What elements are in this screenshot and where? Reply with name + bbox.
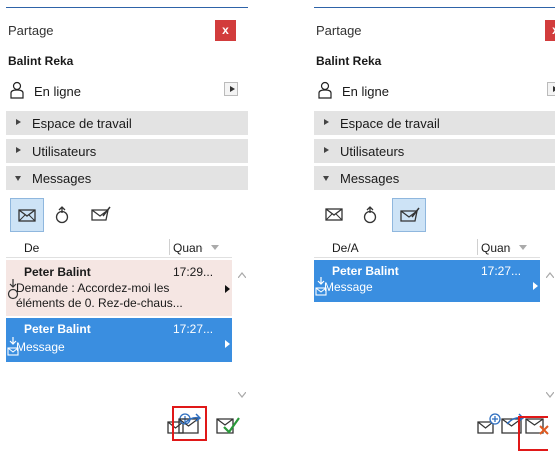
reply-icon[interactable] bbox=[177, 412, 203, 436]
section-workspace[interactable]: Espace de travail bbox=[314, 111, 555, 135]
panel-titlebar: Partage x bbox=[6, 14, 248, 44]
message-body: Demande : Accordez-moi les éléments de 0… bbox=[16, 281, 183, 310]
section-users[interactable]: Utilisateurs bbox=[314, 139, 555, 163]
panel-title: Partage bbox=[8, 23, 54, 38]
hand-request-icon bbox=[55, 206, 69, 224]
sharing-panel-right: Partage x Balint Reka En ligne Espace de… bbox=[314, 0, 555, 451]
scroll-up-icon[interactable] bbox=[238, 272, 246, 278]
section-users[interactable]: Utilisateurs bbox=[6, 139, 248, 163]
column-separator bbox=[477, 239, 478, 255]
collapse-icon bbox=[323, 176, 329, 181]
panel-title: Partage bbox=[316, 23, 362, 38]
delete-message-icon[interactable] bbox=[524, 412, 550, 436]
collapse-icon bbox=[15, 176, 21, 181]
message-body: Message bbox=[324, 280, 373, 294]
panel-top-rule bbox=[6, 7, 248, 8]
sent-button[interactable] bbox=[84, 198, 118, 232]
list-item-selected[interactable]: Peter Balint 17:27... Message bbox=[6, 318, 232, 362]
expand-arrow-icon[interactable] bbox=[225, 340, 230, 348]
panel-top-rule bbox=[314, 7, 555, 8]
message-sender: Peter Balint bbox=[332, 264, 399, 278]
section-label: Messages bbox=[340, 171, 400, 186]
inbox-button[interactable] bbox=[10, 198, 44, 232]
message-sender: Peter Balint bbox=[24, 265, 91, 279]
list-item[interactable]: Peter Balint 17:29... Demande : Accordez… bbox=[6, 260, 232, 316]
person-icon bbox=[318, 81, 332, 99]
panel-titlebar: Partage x bbox=[314, 14, 555, 44]
column-when[interactable]: Quand bbox=[481, 241, 511, 255]
sharing-panel-left: Partage x Balint Reka En ligne Espace de… bbox=[6, 0, 248, 451]
list-item-selected[interactable]: Peter Balint 17:27... Message bbox=[314, 260, 540, 302]
list-header: De/A Quand bbox=[314, 236, 540, 258]
new-message-icon[interactable] bbox=[476, 412, 502, 436]
scroll-down-icon[interactable] bbox=[546, 392, 554, 398]
status-menu-button[interactable] bbox=[224, 82, 238, 96]
expand-arrow-icon[interactable] bbox=[533, 282, 538, 290]
message-list: De/A Quand Peter Balint 17:27... Message bbox=[314, 236, 540, 404]
user-name: Balint Reka bbox=[316, 54, 382, 68]
section-label: Utilisateurs bbox=[340, 144, 405, 159]
close-button[interactable]: x bbox=[545, 20, 555, 41]
section-messages[interactable]: Messages bbox=[6, 166, 248, 190]
requests-button[interactable] bbox=[46, 198, 80, 232]
close-button[interactable]: x bbox=[215, 20, 236, 41]
section-label: Espace de travail bbox=[32, 116, 132, 131]
requests-button[interactable] bbox=[354, 198, 388, 232]
sent-icon bbox=[91, 206, 111, 221]
message-sender: Peter Balint bbox=[24, 322, 91, 336]
expand-icon bbox=[16, 119, 21, 125]
section-label: Messages bbox=[32, 171, 92, 186]
status-label: En ligne bbox=[34, 84, 81, 99]
expand-icon bbox=[324, 147, 329, 153]
message-time: 17:29... bbox=[173, 265, 214, 279]
column-from-to[interactable]: De/A bbox=[332, 241, 359, 255]
message-time: 17:27... bbox=[481, 264, 522, 278]
section-label: Espace de travail bbox=[340, 116, 440, 131]
section-workspace[interactable]: Espace de travail bbox=[6, 111, 248, 135]
scroll-up-icon[interactable] bbox=[546, 272, 554, 278]
person-icon bbox=[10, 81, 24, 99]
status-row[interactable]: En ligne bbox=[6, 78, 248, 102]
status-row[interactable]: En ligne bbox=[314, 78, 555, 102]
status-menu-button[interactable] bbox=[547, 82, 555, 96]
accept-icon[interactable] bbox=[215, 412, 241, 436]
expand-arrow-icon[interactable] bbox=[225, 285, 230, 293]
message-toolbar bbox=[314, 198, 454, 234]
sort-arrow-icon[interactable] bbox=[211, 245, 219, 250]
column-from[interactable]: De bbox=[24, 241, 39, 255]
list-header: De Quand bbox=[6, 236, 232, 258]
status-label: En ligne bbox=[342, 84, 389, 99]
scroll-down-icon[interactable] bbox=[238, 392, 246, 398]
inbox-icon bbox=[18, 209, 36, 222]
message-time: 17:27... bbox=[173, 322, 214, 336]
section-messages[interactable]: Messages bbox=[314, 166, 555, 190]
column-when[interactable]: Quand bbox=[173, 241, 203, 255]
expand-icon bbox=[16, 147, 21, 153]
section-label: Utilisateurs bbox=[32, 144, 97, 159]
column-separator bbox=[169, 239, 170, 255]
message-body: Message bbox=[16, 340, 65, 354]
sent-icon bbox=[400, 207, 420, 222]
sent-button[interactable] bbox=[392, 198, 426, 232]
message-toolbar bbox=[6, 198, 146, 234]
inbox-icon bbox=[325, 208, 343, 221]
user-name: Balint Reka bbox=[8, 54, 74, 68]
sort-arrow-icon[interactable] bbox=[519, 245, 527, 250]
message-list: De Quand Peter Balint 17:29... Demande :… bbox=[6, 236, 232, 404]
hand-request-icon bbox=[363, 206, 377, 224]
expand-icon bbox=[324, 119, 329, 125]
inbox-button[interactable] bbox=[318, 198, 352, 232]
